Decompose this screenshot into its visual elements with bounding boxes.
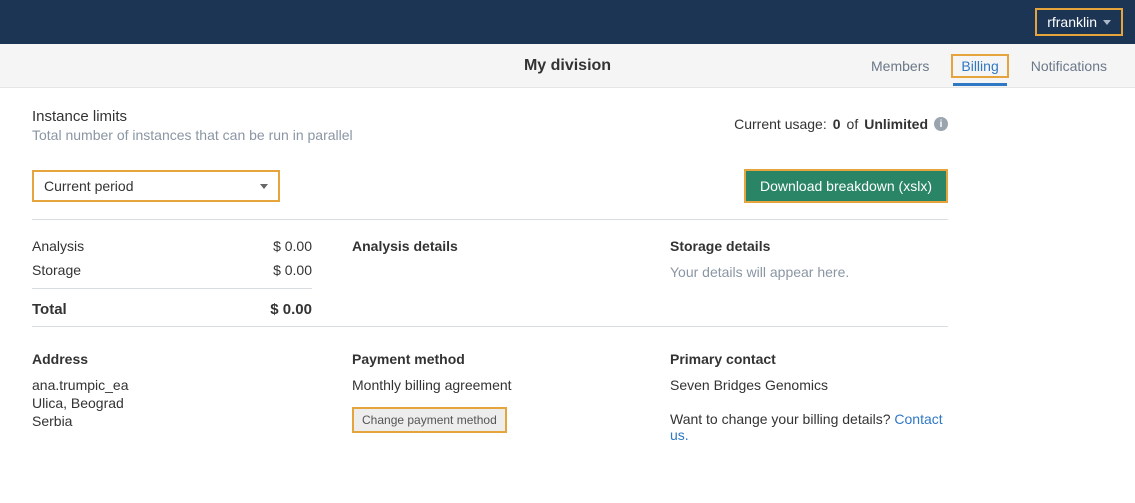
instance-limits-row: Instance limits Total number of instance… (32, 108, 948, 143)
usage-of: of (847, 116, 859, 132)
controls-row: Current period Download breakdown (xslx) (32, 169, 948, 203)
usage-limit: Unlimited (864, 116, 928, 132)
content: Instance limits Total number of instance… (0, 88, 980, 483)
cost-row-storage: Storage $ 0.00 (32, 262, 312, 278)
lower-columns: Address ana.trumpic_ea Ulica, Beograd Se… (32, 326, 948, 443)
page-title: My division (524, 57, 611, 75)
contact-company: Seven Bridges Genomics (670, 377, 948, 393)
tab-members[interactable]: Members (867, 54, 933, 78)
analysis-details-column: Analysis details (352, 238, 630, 318)
cost-value: $ 0.00 (273, 262, 312, 278)
username: rfranklin (1047, 14, 1097, 30)
usage-value: 0 (833, 116, 841, 132)
analysis-details-heading: Analysis details (352, 238, 630, 254)
cost-value: $ 0.00 (273, 238, 312, 254)
address-line: Ulica, Beograd (32, 395, 312, 411)
change-payment-button[interactable]: Change payment method (352, 407, 507, 433)
contact-column: Primary contact Seven Bridges Genomics W… (670, 351, 948, 443)
cost-label: Storage (32, 262, 81, 278)
chevron-down-icon (260, 184, 268, 189)
address-line: Serbia (32, 413, 312, 429)
cost-label: Analysis (32, 238, 84, 254)
download-label: Download breakdown (xslx) (760, 178, 932, 194)
storage-details-column: Storage details Your details will appear… (670, 238, 948, 318)
payment-column: Payment method Monthly billing agreement… (352, 351, 630, 443)
user-menu[interactable]: rfranklin (1035, 8, 1123, 36)
address-line: ana.trumpic_ea (32, 377, 312, 393)
info-icon[interactable]: i (934, 117, 948, 131)
tabs: Members Billing Notifications (867, 54, 1135, 78)
top-bar: rfranklin (0, 0, 1135, 44)
total-label: Total (32, 301, 67, 318)
tab-notifications[interactable]: Notifications (1027, 54, 1111, 78)
address-heading: Address (32, 351, 312, 367)
payment-heading: Payment method (352, 351, 630, 367)
instance-limits-title: Instance limits (32, 108, 353, 125)
cost-row-analysis: Analysis $ 0.00 (32, 238, 312, 254)
contact-prompt: Want to change your billing details? (670, 411, 894, 427)
summary-columns: Analysis $ 0.00 Storage $ 0.00 Total $ 0… (32, 238, 948, 318)
cost-total-row: Total $ 0.00 (32, 288, 312, 318)
change-payment-label: Change payment method (362, 413, 497, 427)
payment-text: Monthly billing agreement (352, 377, 630, 393)
contact-heading: Primary contact (670, 351, 948, 367)
address-column: Address ana.trumpic_ea Ulica, Beograd Se… (32, 351, 312, 443)
instance-usage: Current usage: 0 of Unlimited i (734, 108, 948, 132)
storage-empty-text: Your details will appear here. (670, 264, 948, 280)
usage-label: Current usage: (734, 116, 827, 132)
sub-header: My division Members Billing Notification… (0, 44, 1135, 88)
instance-limits-subtitle: Total number of instances that can be ru… (32, 127, 353, 143)
divider (32, 219, 948, 220)
instance-limits-left: Instance limits Total number of instance… (32, 108, 353, 143)
chevron-down-icon (1103, 20, 1111, 25)
download-breakdown-button[interactable]: Download breakdown (xslx) (744, 169, 948, 203)
storage-details-heading: Storage details (670, 238, 948, 254)
period-value: Current period (44, 178, 134, 194)
tab-billing[interactable]: Billing (951, 54, 1008, 78)
contact-prompt-row: Want to change your billing details? Con… (670, 411, 948, 443)
total-value: $ 0.00 (270, 301, 312, 318)
costs-column: Analysis $ 0.00 Storage $ 0.00 Total $ 0… (32, 238, 312, 318)
period-select[interactable]: Current period (32, 170, 280, 202)
